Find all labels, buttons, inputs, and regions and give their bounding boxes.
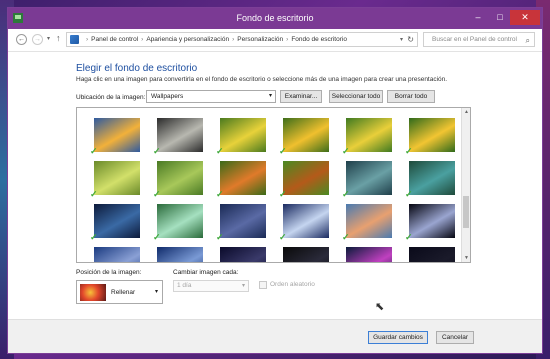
search-icon[interactable]: ⌕: [526, 34, 530, 47]
breadcrumb-personalizacion[interactable]: Personalización: [237, 36, 283, 43]
scroll-down-icon[interactable]: ▼: [462, 255, 470, 261]
checkmark-icon[interactable]: ✓: [342, 233, 351, 242]
wallpaper-thumbnail[interactable]: ✓: [342, 161, 392, 199]
wallpaper-thumbnail[interactable]: ✓: [90, 204, 140, 242]
clear-all-button[interactable]: Borrar todo: [387, 90, 435, 103]
scroll-up-icon[interactable]: ▲: [462, 109, 470, 115]
navigation-bar: ← → ▾ ↑ › Panel de control › Apariencia …: [8, 29, 542, 52]
checkmark-icon[interactable]: ✓: [342, 190, 351, 199]
checkmark-icon[interactable]: ✓: [216, 190, 225, 199]
location-label: Ubicación de la imagen:: [76, 94, 146, 101]
wallpaper-thumbnail[interactable]: ✓: [405, 204, 455, 242]
wallpaper-thumbnail[interactable]: ✓: [279, 161, 329, 199]
wallpaper-thumbnail[interactable]: ✓: [153, 161, 203, 199]
shuffle-label: Orden aleatorio: [270, 281, 315, 288]
checkmark-icon[interactable]: ✓: [90, 147, 99, 156]
wallpaper-thumbnail[interactable]: [94, 247, 140, 262]
change-interval-select[interactable]: 1 día ▾: [173, 280, 249, 292]
wallpaper-thumbnail[interactable]: ✓: [342, 118, 392, 156]
maximize-button[interactable]: □: [488, 10, 512, 25]
wallpaper-thumbnail[interactable]: ✓: [153, 204, 203, 242]
control-panel-window: Fondo de escritorio – □ ✕ ← → ▾ ↑ › Pane…: [7, 7, 543, 354]
checkmark-icon[interactable]: ✓: [90, 190, 99, 199]
close-button[interactable]: ✕: [510, 10, 540, 25]
recent-locations-chevron-icon[interactable]: ▾: [47, 35, 50, 42]
checkmark-icon[interactable]: ✓: [153, 147, 162, 156]
wallpaper-thumbnail[interactable]: ✓: [216, 204, 266, 242]
forward-button[interactable]: →: [32, 34, 43, 45]
change-interval-label: Cambiar imagen cada:: [173, 269, 239, 276]
checkmark-icon[interactable]: ✓: [153, 190, 162, 199]
location-select[interactable]: Wallpapers ▾: [146, 90, 276, 103]
wallpaper-thumbnail[interactable]: [157, 247, 203, 262]
breadcrumb-separator: ›: [141, 36, 144, 43]
checkmark-icon[interactable]: ✓: [405, 147, 414, 156]
gallery-scrollbar[interactable]: ▲ ▼: [461, 108, 470, 262]
save-changes-button[interactable]: Guardar cambios: [368, 331, 428, 344]
change-interval-value: 1 día: [177, 282, 192, 289]
minimize-button[interactable]: –: [466, 10, 490, 25]
footer-bar: Guardar cambios Cancelar: [8, 319, 542, 353]
search-placeholder: Buscar en el Panel de control: [432, 36, 517, 43]
chevron-down-icon: ▾: [241, 283, 245, 289]
page-title: Elegir el fondo de escritorio: [76, 63, 198, 74]
wallpaper-thumbnail[interactable]: ✓: [153, 118, 203, 156]
picture-position-select[interactable]: Rellenar ▾: [76, 280, 163, 304]
wallpaper-thumbnail[interactable]: [283, 247, 329, 262]
wallpaper-thumbnail[interactable]: [220, 247, 266, 262]
control-panel-icon: [70, 35, 79, 44]
breadcrumb-separator: ›: [286, 36, 289, 43]
position-preview-image: [80, 284, 106, 301]
location-value: Wallpapers: [151, 93, 184, 100]
back-button[interactable]: ←: [16, 34, 27, 45]
page-description: Haga clic en una imagen para convertirla…: [76, 76, 448, 83]
wallpaper-thumbnail[interactable]: ✓: [279, 118, 329, 156]
title-bar[interactable]: Fondo de escritorio – □ ✕: [8, 8, 542, 29]
checkmark-icon[interactable]: ✓: [279, 233, 288, 242]
shuffle-checkbox[interactable]: [259, 281, 267, 289]
wallpaper-thumbnail[interactable]: ✓: [279, 204, 329, 242]
breadcrumb-panel-de-control[interactable]: Panel de control: [91, 36, 138, 43]
checkmark-icon[interactable]: ✓: [279, 190, 288, 199]
wallpaper-thumbnail[interactable]: ✓: [216, 161, 266, 199]
breadcrumb-separator: ›: [232, 36, 235, 43]
chevron-down-icon: ▾: [268, 93, 272, 99]
address-dropdown-icon[interactable]: ▾: [400, 36, 403, 43]
checkmark-icon[interactable]: ✓: [153, 233, 162, 242]
main-content: Elegir el fondo de escritorio Haga clic …: [8, 52, 542, 319]
wallpaper-gallery[interactable]: ✓ ✓ ✓ ✓ ✓ ✓ ✓ ✓ ✓ ✓ ✓ ✓ ✓ ✓ ✓ ✓ ✓ ✓ ▲ ▼: [76, 107, 471, 263]
scrollbar-thumb[interactable]: [463, 196, 469, 228]
browse-button[interactable]: Examinar...: [280, 90, 322, 103]
checkmark-icon[interactable]: ✓: [216, 233, 225, 242]
checkmark-icon[interactable]: ✓: [279, 147, 288, 156]
mouse-cursor-icon: ⬉: [375, 301, 385, 313]
breadcrumb-separator: ›: [86, 36, 89, 43]
picture-position-value: Rellenar: [111, 289, 136, 296]
search-input[interactable]: Buscar en el Panel de control ⌕: [423, 32, 535, 47]
select-all-button[interactable]: Seleccionar todo: [329, 90, 383, 103]
wallpaper-thumbnail[interactable]: ✓: [216, 118, 266, 156]
wallpaper-thumbnail[interactable]: ✓: [90, 161, 140, 199]
checkmark-icon[interactable]: ✓: [405, 190, 414, 199]
wallpaper-thumbnail[interactable]: ✓: [405, 118, 455, 156]
checkmark-icon[interactable]: ✓: [90, 233, 99, 242]
chevron-down-icon: ▾: [154, 289, 158, 295]
breadcrumb-apariencia[interactable]: Apariencia y personalización: [146, 36, 229, 43]
wallpaper-thumbnail[interactable]: [409, 247, 455, 262]
wallpaper-thumbnail[interactable]: ✓: [342, 204, 392, 242]
checkmark-icon[interactable]: ✓: [216, 147, 225, 156]
up-button[interactable]: ↑: [56, 33, 61, 43]
window-title: Fondo de escritorio: [236, 13, 314, 23]
wallpaper-thumbnail[interactable]: ✓: [405, 161, 455, 199]
refresh-icon[interactable]: ↻: [407, 35, 414, 44]
wallpaper-thumbnail[interactable]: [346, 247, 392, 262]
cancel-button[interactable]: Cancelar: [436, 331, 474, 344]
picture-position-label: Posición de la imagen:: [76, 269, 142, 276]
address-bar[interactable]: › Panel de control › Apariencia y person…: [66, 32, 418, 47]
breadcrumb-fondo-de-escritorio[interactable]: Fondo de escritorio: [291, 36, 347, 43]
checkmark-icon[interactable]: ✓: [405, 233, 414, 242]
wallpaper-thumbnail[interactable]: ✓: [90, 118, 140, 156]
checkmark-icon[interactable]: ✓: [342, 147, 351, 156]
